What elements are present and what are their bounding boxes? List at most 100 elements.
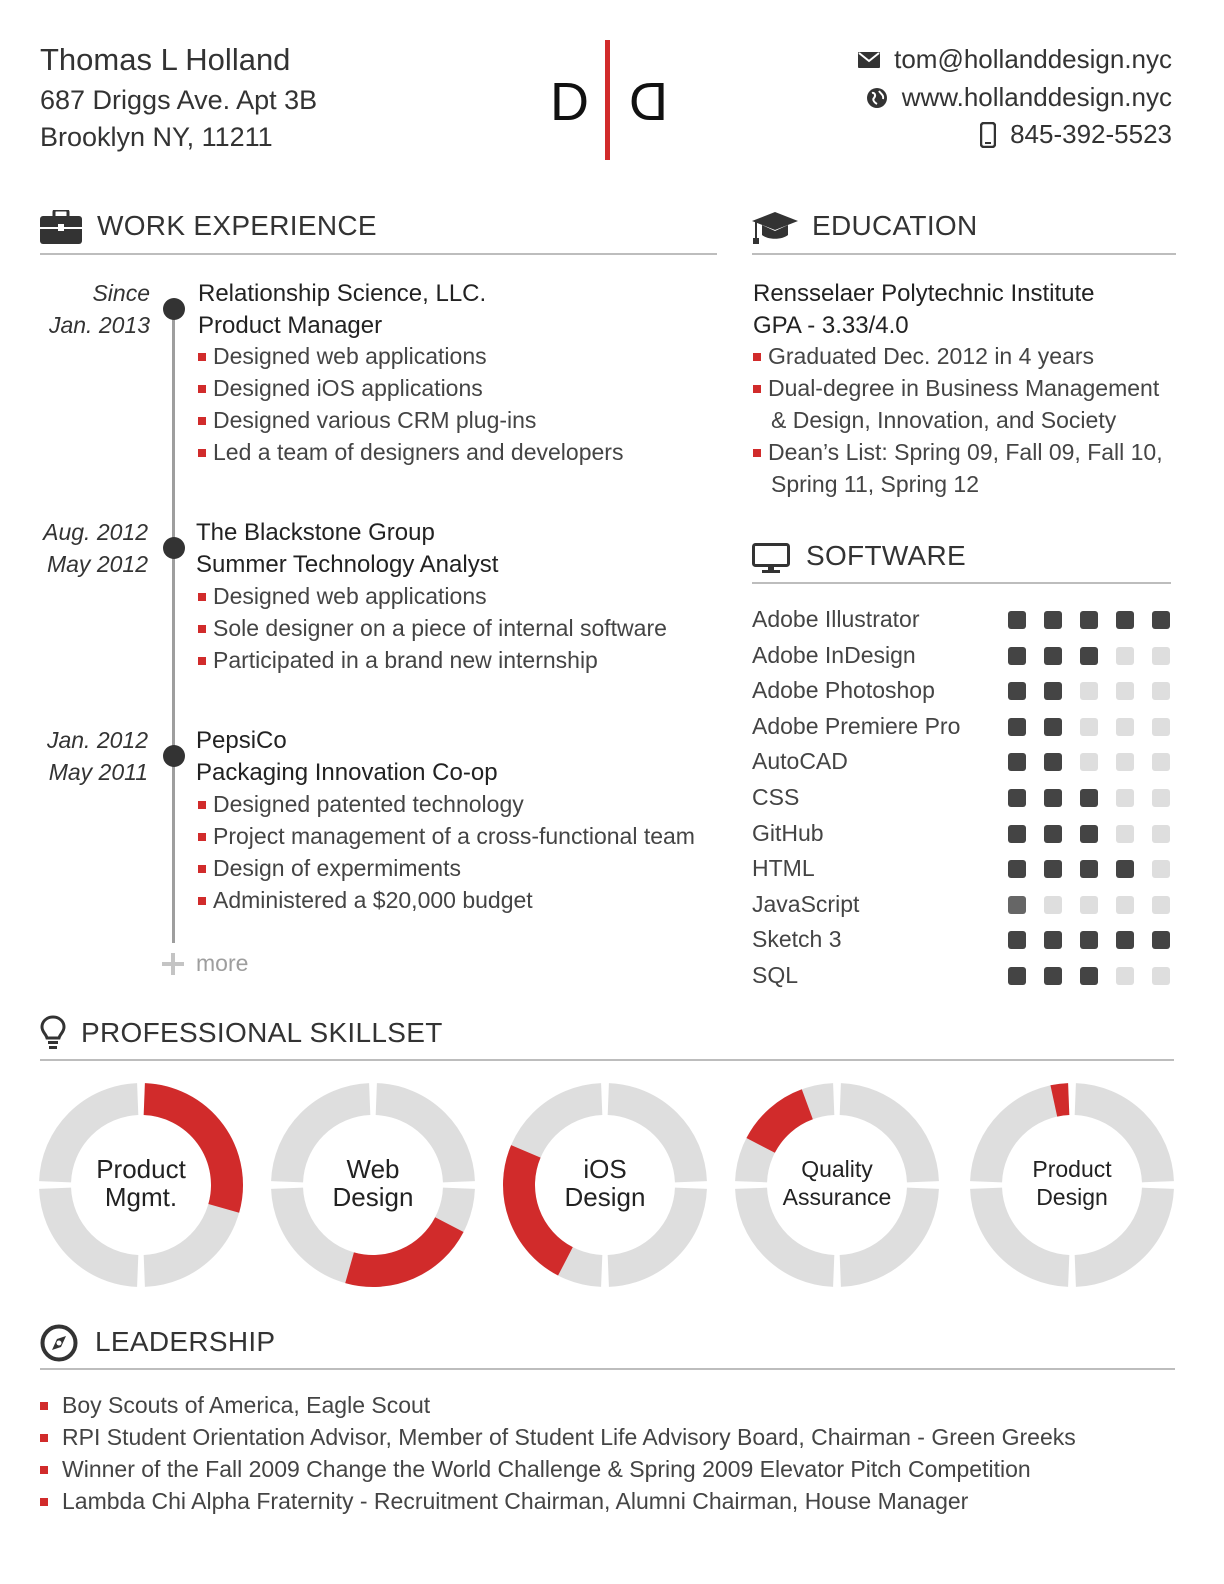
leadership-item: Winner of the Fall 2009 Change the World… bbox=[40, 1456, 1031, 1483]
job-2-date-start: Aug. 2012 bbox=[43, 519, 148, 545]
proficiency-square-filled bbox=[1008, 717, 1026, 736]
skillset-rule bbox=[40, 1059, 1174, 1061]
proficiency-square-filled bbox=[1080, 860, 1098, 879]
proficiency-square-empty bbox=[1152, 646, 1170, 665]
logo: D D bbox=[548, 40, 670, 160]
job-2-bullet: Sole designer on a piece of internal sof… bbox=[198, 615, 667, 642]
proficiency-square-filled bbox=[1008, 682, 1026, 701]
contact-website[interactable]: www.hollanddesign.nyc bbox=[866, 82, 1172, 113]
proficiency-square-filled bbox=[1008, 824, 1026, 843]
proficiency-square-filled bbox=[1008, 860, 1026, 879]
phone-text: 845-392-5523 bbox=[1010, 119, 1172, 149]
software-row: JavaScript bbox=[752, 891, 1176, 921]
proficiency-square-filled bbox=[1080, 611, 1098, 629]
proficiency-square-empty bbox=[1152, 717, 1170, 736]
software-row: Adobe Photoshop bbox=[752, 677, 1176, 707]
job-3-bullet: Administered a $20,000 budget bbox=[198, 887, 533, 914]
job-1-bullet: Designed iOS applications bbox=[198, 375, 483, 402]
education-bullet: Dean’s List: Spring 09, Fall 09, Fall 10… bbox=[753, 439, 1163, 466]
job-1-role: Product Manager bbox=[198, 312, 383, 339]
proficiency-square-filled bbox=[1008, 895, 1026, 914]
proficiency-square-filled bbox=[1152, 611, 1170, 629]
logo-letter-right: D bbox=[629, 72, 668, 132]
job-2-bullet: Designed web applications bbox=[198, 583, 487, 610]
job-3-date-end: May 2011 bbox=[48, 759, 148, 785]
contact-phone[interactable]: 845-392-5523 bbox=[980, 119, 1172, 150]
skill-donut-row: Product Mgmt. Web Design iOS Design Quality Ass… bbox=[0, 1075, 1224, 1295]
more-link[interactable]: more bbox=[162, 950, 248, 977]
timeline-dot bbox=[163, 745, 185, 767]
timeline-dot bbox=[163, 298, 185, 320]
resume-name: Thomas L Holland bbox=[40, 42, 291, 77]
education-rule bbox=[752, 253, 1176, 255]
leadership-rule bbox=[40, 1368, 1175, 1370]
envelope-icon bbox=[858, 51, 881, 68]
job-1-date-end: Jan. 2013 bbox=[48, 312, 150, 338]
proficiency-square-empty bbox=[1116, 682, 1134, 701]
software-name: Adobe InDesign bbox=[752, 641, 916, 668]
skill-label-line-2: Mgmt. bbox=[104, 1182, 178, 1212]
software-name: CSS bbox=[752, 784, 800, 810]
proficiency-square-filled bbox=[1080, 789, 1098, 807]
proficiency-square-filled bbox=[1116, 611, 1134, 629]
job-2-company: The Blackstone Group bbox=[196, 519, 435, 546]
proficiency-square-filled bbox=[1008, 646, 1026, 665]
donut-fill-segment bbox=[345, 1216, 464, 1287]
job-1-bullet: Designed various CRM plug-ins bbox=[198, 407, 536, 434]
work-experience-title: WORK EXPERIENCE bbox=[97, 210, 377, 241]
software-name: HTML bbox=[752, 855, 815, 882]
proficiency-square-filled bbox=[1044, 789, 1062, 807]
skill-label-line-1: Product bbox=[1032, 1156, 1112, 1182]
software-name: SQL bbox=[752, 962, 799, 988]
proficiency-square-filled bbox=[1044, 682, 1062, 701]
leadership-item: Lambda Chi Alpha Fraternity - Recruitmen… bbox=[40, 1488, 968, 1515]
contact-email[interactable]: tom@hollanddesign.nyc bbox=[858, 44, 1172, 75]
job-3-bullet: Design of expermiments bbox=[198, 855, 461, 882]
software-rule bbox=[752, 582, 1171, 584]
email-text: tom@hollanddesign.nyc bbox=[894, 44, 1172, 74]
skill-label-line-2: Design bbox=[564, 1182, 646, 1212]
more-text: more bbox=[196, 950, 249, 976]
proficiency-square-filled bbox=[1008, 967, 1026, 985]
proficiency-square-empty bbox=[1116, 967, 1134, 985]
plus-icon bbox=[162, 952, 184, 975]
education-bullet: Graduated Dec. 2012 in 4 years bbox=[753, 343, 1094, 370]
proficiency-square-empty bbox=[1152, 789, 1170, 807]
proficiency-square-empty bbox=[1116, 824, 1134, 843]
address-line-1: 687 Driggs Ave. Apt 3B bbox=[40, 85, 318, 115]
logo-divider bbox=[605, 40, 610, 160]
skill-label-line-2: Design bbox=[1036, 1184, 1108, 1210]
monitor-icon bbox=[752, 543, 790, 578]
software-name: Adobe Photoshop bbox=[752, 677, 935, 704]
job-2-date-end: May 2012 bbox=[46, 551, 148, 577]
website-text: www.hollanddesign.nyc bbox=[901, 82, 1172, 112]
proficiency-square-filled bbox=[1044, 824, 1062, 843]
skillset-title: PROFESSIONAL SKILLSET bbox=[81, 1017, 443, 1048]
job-1-company: Relationship Science, LLC. bbox=[198, 280, 487, 307]
skill-label: Quality Assurance bbox=[767, 1155, 907, 1211]
software-name: Adobe Premiere Pro bbox=[752, 712, 961, 739]
software-name: AutoCAD bbox=[752, 748, 848, 775]
work-experience-rule bbox=[40, 253, 717, 255]
skill-label: iOS Design bbox=[535, 1155, 675, 1211]
proficiency-square-filled bbox=[1044, 611, 1062, 629]
software-row: Adobe Illustrator bbox=[752, 606, 1176, 636]
proficiency-square-empty bbox=[1152, 682, 1170, 701]
software-row: Sketch 3 bbox=[752, 926, 1176, 956]
proficiency-square-empty bbox=[1152, 753, 1170, 772]
address-line-2: Brooklyn NY, 11211 bbox=[40, 122, 273, 152]
gpa: GPA - 3.33/4.0 bbox=[753, 312, 909, 339]
school-name: Rensselaer Polytechnic Institute bbox=[753, 280, 1095, 307]
phone-icon bbox=[980, 121, 997, 148]
software-name: JavaScript bbox=[752, 890, 860, 917]
proficiency-square-filled bbox=[1044, 931, 1062, 950]
logo-letter-left: D bbox=[550, 72, 589, 132]
proficiency-square-filled bbox=[1116, 860, 1134, 879]
proficiency-square-filled bbox=[1116, 931, 1134, 950]
proficiency-square-empty bbox=[1080, 895, 1098, 914]
leadership-item: Boy Scouts of America, Eagle Scout bbox=[40, 1392, 430, 1419]
proficiency-square-filled bbox=[1080, 646, 1098, 665]
proficiency-square-filled bbox=[1044, 646, 1062, 665]
compass-icon bbox=[40, 1324, 78, 1367]
software-row: AutoCAD bbox=[752, 748, 1176, 778]
